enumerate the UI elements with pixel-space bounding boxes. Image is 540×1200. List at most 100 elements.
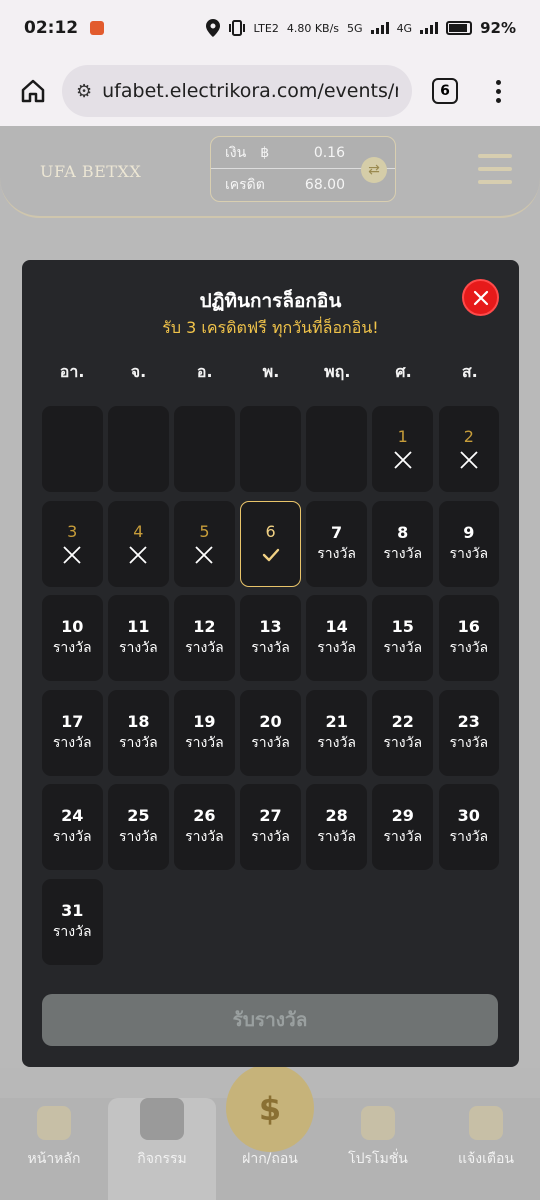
day-number: 6: [265, 521, 276, 541]
day-number: 12: [193, 617, 216, 636]
day-reward-label: รางวัล: [185, 829, 224, 845]
site-header: UFA BETXX เงิน ฿ 0.16 เครดิต 68.00 ⇄: [0, 126, 540, 218]
login-calendar-modal: ปฏิทินการล็อกอิน รับ 3 เครดิตฟรี ทุกวันท…: [22, 260, 519, 1067]
close-button[interactable]: [462, 279, 499, 316]
day-reward-label: รางวัล: [317, 734, 356, 751]
calendar-day-22[interactable]: 22 รางวัล: [372, 689, 433, 776]
calendar-day-28[interactable]: 28 รางวัล: [306, 784, 367, 870]
calendar-empty-cell: [42, 406, 103, 492]
weekday-thu: พฤ.: [324, 362, 351, 381]
day-reward-label: รางวัล: [251, 734, 290, 751]
day-number: 27: [259, 806, 282, 825]
nav-promotions[interactable]: โปรโมชั่น: [324, 1098, 432, 1200]
day-number: 11: [127, 617, 150, 636]
day-number: 7: [331, 522, 343, 542]
bottom-nav: หน้าหลัก กิจกรรม $ ฝาก/ถอน โปรโมชั่น แจ้…: [0, 1064, 540, 1200]
calendar-day-24[interactable]: 24 รางวัล: [42, 784, 103, 870]
day-number: 1: [397, 427, 408, 446]
calendar-day-2[interactable]: 2: [438, 406, 500, 492]
nav-activities[interactable]: กิจกรรม: [108, 1098, 216, 1200]
app-notification-icon: [90, 21, 105, 35]
home-button[interactable]: [16, 74, 50, 108]
day-reward-label: รางวัล: [449, 640, 489, 656]
day-reward-label: รางวัล: [251, 640, 290, 656]
calendar-day-25[interactable]: 25 รางวัล: [108, 784, 169, 870]
day-number: 15: [391, 617, 414, 636]
location-icon: [205, 19, 220, 37]
calendar-day-15[interactable]: 15 รางวัล: [372, 595, 433, 681]
calendar-day-10[interactable]: 10 รางวัล: [42, 595, 103, 681]
swap-icon[interactable]: ⇄: [361, 157, 387, 183]
calendar-day-26[interactable]: 26 รางวัล: [174, 784, 235, 870]
day-number: 3: [67, 521, 78, 541]
day-number: 21: [325, 711, 348, 731]
calendar-day-5[interactable]: 5: [174, 500, 235, 587]
tab-switcher-button[interactable]: 6: [432, 78, 458, 104]
nav-deposit-withdraw[interactable]: $ ฝาก/ถอน: [216, 1064, 324, 1200]
calendar-day-7[interactable]: 7 รางวัล: [306, 500, 367, 587]
calendar-day-17[interactable]: 17 รางวัล: [42, 689, 103, 776]
day-reward-label: รางวัล: [251, 829, 290, 845]
calendar-grid: 1 2 3 4 5 6 7 รางวัล 8 รางวัล 9 รางวัล 10 รางวัล 11 ราง…: [42, 406, 500, 965]
lte-label: LTE2: [253, 21, 279, 35]
calendar-day-11[interactable]: 11 รางวัล: [108, 595, 169, 681]
nav-notifications[interactable]: แจ้งเตือน: [432, 1098, 540, 1200]
cash-label: เงิน: [225, 144, 247, 161]
network-speed: 4.80 KB/s: [286, 21, 340, 35]
calendar-day-20[interactable]: 20 รางวัล: [240, 689, 301, 776]
day-reward-label: รางวัล: [119, 640, 158, 656]
weekday-tue: อ.: [196, 362, 213, 381]
day-reward-label: รางวัล: [52, 734, 92, 751]
weekday-header: อา. จ. อ. พ. พฤ. ศ. ส.: [42, 360, 500, 385]
more-menu-icon[interactable]: [496, 79, 501, 103]
day-reward-label: รางวัล: [185, 734, 224, 751]
missed-x-icon: [460, 451, 478, 469]
day-number: 8: [397, 522, 409, 542]
calendar-day-30[interactable]: 30 รางวัล: [438, 784, 500, 870]
day-reward-label: รางวัล: [383, 829, 423, 845]
calendar-empty-cell: [108, 406, 169, 492]
calendar-day-23[interactable]: 23 รางวัล: [438, 689, 500, 776]
modal-title: ปฏิทินการล็อกอิน: [199, 290, 342, 312]
bell-icon: [469, 1106, 503, 1140]
baht-icon: ฿: [260, 144, 270, 161]
battery-percent: 92%: [480, 19, 516, 37]
calendar-day-31[interactable]: 31 รางวัล: [42, 878, 103, 965]
nav-activities-label: กิจกรรม: [137, 1151, 187, 1167]
claim-reward-button[interactable]: รับรางวัล: [42, 994, 498, 1046]
day-number: 17: [61, 711, 84, 731]
day-number: 23: [457, 711, 480, 731]
site-logo[interactable]: UFA BETXX: [40, 162, 141, 181]
calendar-day-27[interactable]: 27 รางวัล: [240, 784, 301, 870]
calendar-day-16[interactable]: 16 รางวัล: [438, 595, 500, 681]
day-number: 4: [133, 521, 144, 541]
calendar-day-1[interactable]: 1: [372, 406, 433, 492]
calendar-day-3[interactable]: 3: [42, 500, 103, 587]
calendar-day-14[interactable]: 14 รางวัล: [306, 595, 367, 681]
calendar-empty-cell: [240, 406, 301, 492]
day-reward-label: รางวัล: [317, 545, 356, 562]
calendar-day-4[interactable]: 4: [108, 500, 169, 587]
calendar-day-9[interactable]: 9 รางวัล: [438, 500, 500, 587]
day-reward-label: รางวัล: [119, 734, 158, 751]
nav-home[interactable]: หน้าหลัก: [0, 1098, 108, 1200]
missed-x-icon: [63, 545, 81, 564]
site-settings-icon[interactable]: ⚙: [76, 81, 92, 102]
calendar-day-8[interactable]: 8 รางวัล: [372, 500, 433, 587]
calendar-day-12[interactable]: 12 รางวัล: [174, 595, 235, 681]
day-number: 30: [457, 806, 480, 825]
wallet-box: เงิน ฿ 0.16 เครดิต 68.00 ⇄: [210, 136, 396, 202]
calendar-day-21[interactable]: 21 รางวัล: [306, 689, 367, 776]
calendar-day-19[interactable]: 19 รางวัล: [174, 689, 235, 776]
day-reward-label: รางวัล: [449, 734, 489, 751]
url-bar[interactable]: ⚙ ufabet.electrikora.com/events/r: [62, 65, 412, 117]
day-number: 2: [463, 427, 474, 446]
day-reward-label: รางวัล: [52, 640, 92, 656]
calendar-day-13[interactable]: 13 รางวัล: [240, 595, 301, 681]
hamburger-menu-icon[interactable]: [478, 154, 512, 184]
calendar-day-6[interactable]: 6: [240, 500, 301, 587]
gift-box-icon: [140, 1098, 184, 1140]
calendar-day-18[interactable]: 18 รางวัล: [108, 689, 169, 776]
browser-toolbar: ⚙ ufabet.electrikora.com/events/r 6: [0, 56, 540, 126]
calendar-day-29[interactable]: 29 รางวัล: [372, 784, 433, 870]
